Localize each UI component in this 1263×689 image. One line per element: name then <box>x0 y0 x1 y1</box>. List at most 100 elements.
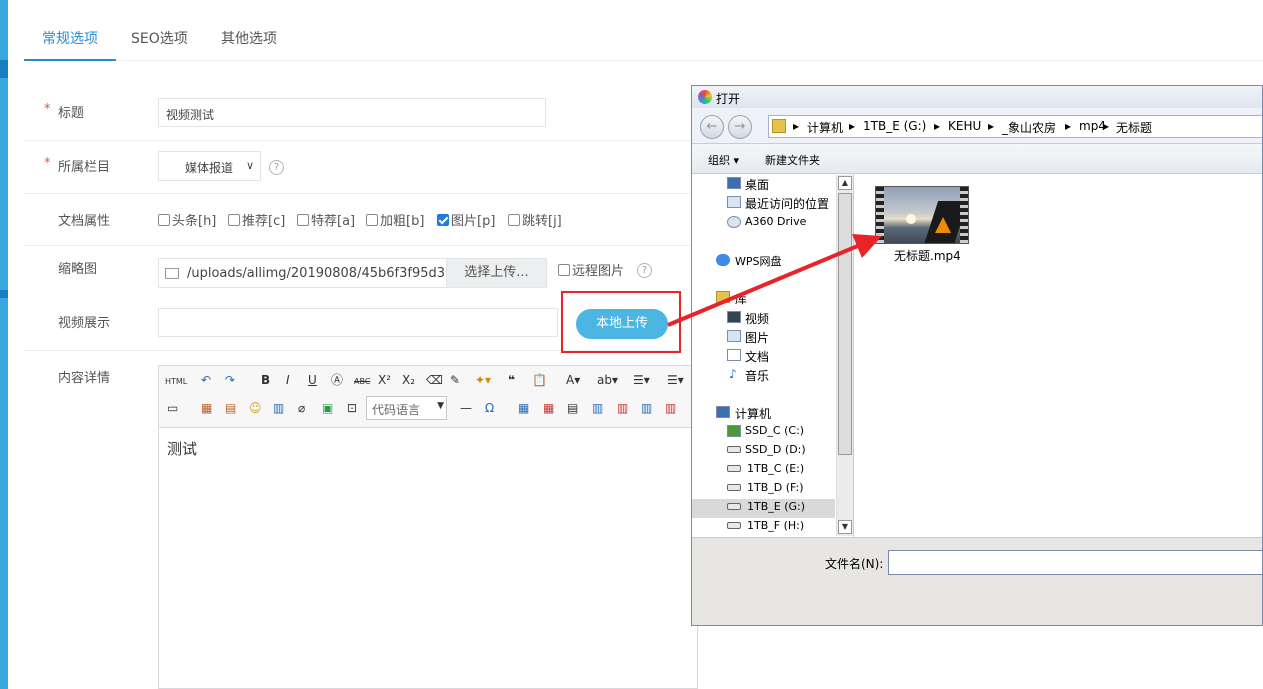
crumb-mp4[interactable]: mp4 <box>1079 119 1106 133</box>
delete-row-icon[interactable]: ▥ <box>617 400 628 416</box>
editor-content[interactable]: 测试 <box>167 438 197 459</box>
filename-input[interactable] <box>888 550 1262 575</box>
insert-col-icon[interactable]: ▥ <box>641 400 652 416</box>
paste-icon[interactable]: 📋 <box>532 372 547 388</box>
auto-format-icon[interactable]: ✦▾ <box>475 372 491 388</box>
special-char-icon[interactable]: Ω <box>485 400 494 416</box>
video-folder-icon <box>727 311 741 323</box>
nav-music[interactable]: 音乐 <box>745 367 769 384</box>
nav-drive-d[interactable]: SSD_D (D:) <box>745 443 806 456</box>
underline-icon[interactable]: U <box>308 372 317 388</box>
content-label: 内容详情 <box>58 371 111 386</box>
file-list-pane: 无标题.mp4 <box>853 174 1262 537</box>
nav-library[interactable]: 库 <box>735 290 747 307</box>
tab-other[interactable]: 其他选项 <box>221 28 277 61</box>
image-insert-icon[interactable]: ▦ <box>201 400 212 416</box>
nav-recent[interactable]: 最近访问的位置 <box>745 195 829 212</box>
attr-checkbox-h[interactable]: 头条[h] <box>158 210 216 229</box>
tab-seo[interactable]: SEO选项 <box>131 28 188 61</box>
emoji-icon[interactable]: ☺ <box>249 400 262 416</box>
attachment-icon[interactable]: ⌀ <box>298 400 305 416</box>
category-select[interactable]: 媒体报道 ∨ <box>158 151 261 181</box>
file-name-label[interactable]: 无标题.mp4 <box>894 247 961 264</box>
nav-pictures[interactable]: 图片 <box>745 329 769 346</box>
crumb-untitled[interactable]: 无标题 <box>1116 119 1152 136</box>
nav-wps[interactable]: WPS网盘 <box>735 253 782 269</box>
quote-icon[interactable]: ❝ <box>508 372 515 388</box>
nav-computer[interactable]: 计算机 <box>735 405 771 422</box>
nav-scrollbar[interactable]: ▲ ▼ <box>836 175 853 536</box>
category-label: 所属栏目 <box>58 160 111 175</box>
open-file-dialog: 打开 ← → ▸ 计算机 ▸ 1TB_E (G:) ▸ KEHU ▸ _象山农房… <box>691 85 1263 626</box>
table-delete-icon[interactable]: ▦ <box>543 400 554 416</box>
docs-icon <box>727 349 741 361</box>
subscript-icon[interactable]: X₂ <box>402 372 415 388</box>
html-icon[interactable]: HTML <box>165 374 187 390</box>
crumb-drive[interactable]: 1TB_E (G:) <box>863 119 926 133</box>
attr-checkbox-p[interactable]: 图片[p] <box>437 210 495 229</box>
highlight-box <box>561 291 681 353</box>
rich-text-editor[interactable]: HTML ↶ ↷ B I U Ⓐ ABC X² X₂ ⌫ ✎ ✦▾ ❝ 📋 A▾… <box>158 365 698 689</box>
video-file-thumbnail[interactable] <box>875 186 969 244</box>
nav-docs[interactable]: 文档 <box>745 348 769 365</box>
recent-icon <box>727 196 741 208</box>
eraser-icon[interactable]: ⌫ <box>426 372 443 388</box>
organize-button[interactable]: 组织 ▾ <box>708 152 739 168</box>
table-insert-icon[interactable]: ▦ <box>518 400 529 416</box>
choose-upload-button[interactable]: 选择上传... <box>446 258 547 288</box>
unordered-list-icon[interactable]: ☰▾ <box>667 372 684 388</box>
horizontal-icon[interactable]: ▭ <box>167 400 178 416</box>
crumb-xiangshan[interactable]: _象山农房 <box>1002 119 1056 136</box>
insert-row-icon[interactable]: ▥ <box>592 400 603 416</box>
superscript-icon[interactable]: X² <box>378 372 391 388</box>
strikethrough-icon[interactable]: ABC <box>354 374 370 390</box>
tab-general[interactable]: 常规选项 <box>24 28 116 61</box>
nav-desktop[interactable]: 桌面 <box>745 176 769 193</box>
title-input[interactable]: 视频测试 <box>158 98 546 127</box>
bold-icon[interactable]: B <box>261 372 270 388</box>
remote-image-checkbox[interactable]: 远程图片 <box>558 260 624 279</box>
horizontal-rule-icon[interactable]: — <box>460 400 472 416</box>
nav-a360[interactable]: A360 Drive <box>745 215 806 228</box>
folder-icon <box>772 119 786 133</box>
dialog-title: 打开 <box>716 92 741 106</box>
attr-checkbox-a[interactable]: 特荐[a] <box>297 210 355 229</box>
help-icon[interactable]: ? <box>269 160 284 175</box>
scroll-up-icon[interactable]: ▲ <box>838 176 852 190</box>
nav-drive-f[interactable]: 1TB_D (F:) <box>747 481 804 494</box>
forward-icon[interactable]: → <box>728 115 752 139</box>
format-brush-icon[interactable]: ✎ <box>450 372 460 388</box>
crumb-computer[interactable]: 计算机 <box>807 119 843 136</box>
nav-video[interactable]: 视频 <box>745 310 769 327</box>
nav-drive-e[interactable]: 1TB_C (E:) <box>747 462 804 475</box>
nav-drive-c[interactable]: SSD_C (C:) <box>745 424 804 437</box>
italic-icon[interactable]: I <box>286 372 290 388</box>
help-icon[interactable]: ? <box>637 263 652 278</box>
font-border-icon[interactable]: Ⓐ <box>331 372 343 388</box>
code-icon[interactable]: ⊡ <box>347 400 357 416</box>
back-icon[interactable]: ← <box>700 115 724 139</box>
filename-label: 文件名(N): <box>825 557 884 571</box>
table-caption-icon[interactable]: ▤ <box>567 400 578 416</box>
highlight-color-icon[interactable]: ab▾ <box>597 372 618 388</box>
scroll-down-icon[interactable]: ▼ <box>838 520 852 534</box>
attr-checkbox-b[interactable]: 加粗[b] <box>366 210 424 229</box>
attr-checkbox-j[interactable]: 跳转[j] <box>508 210 562 229</box>
video-input[interactable] <box>158 308 558 337</box>
nav-drive-h[interactable]: 1TB_F (H:) <box>747 519 804 532</box>
delete-col-icon[interactable]: ▥ <box>665 400 676 416</box>
breadcrumb[interactable]: ▸ 计算机 ▸ 1TB_E (G:) ▸ KEHU ▸ _象山农房 ▸ mp4 … <box>768 115 1262 138</box>
map-icon[interactable]: ▣ <box>322 400 333 416</box>
code-language-select[interactable]: 代码语言 ▼ <box>366 396 447 420</box>
video-insert-icon[interactable]: ▥ <box>273 400 284 416</box>
undo-icon[interactable]: ↶ <box>201 372 211 388</box>
redo-icon[interactable]: ↷ <box>225 372 235 388</box>
new-folder-button[interactable]: 新建文件夹 <box>765 152 820 168</box>
font-color-icon[interactable]: A▾ <box>566 372 580 388</box>
nav-drive-g[interactable]: 1TB_E (G:) <box>747 500 805 513</box>
ordered-list-icon[interactable]: ☰▾ <box>633 372 650 388</box>
attr-checkbox-c[interactable]: 推荐[c] <box>228 210 285 229</box>
scroll-thumb[interactable] <box>838 193 852 455</box>
multi-image-icon[interactable]: ▤ <box>225 400 236 416</box>
crumb-kehu[interactable]: KEHU <box>948 119 981 133</box>
